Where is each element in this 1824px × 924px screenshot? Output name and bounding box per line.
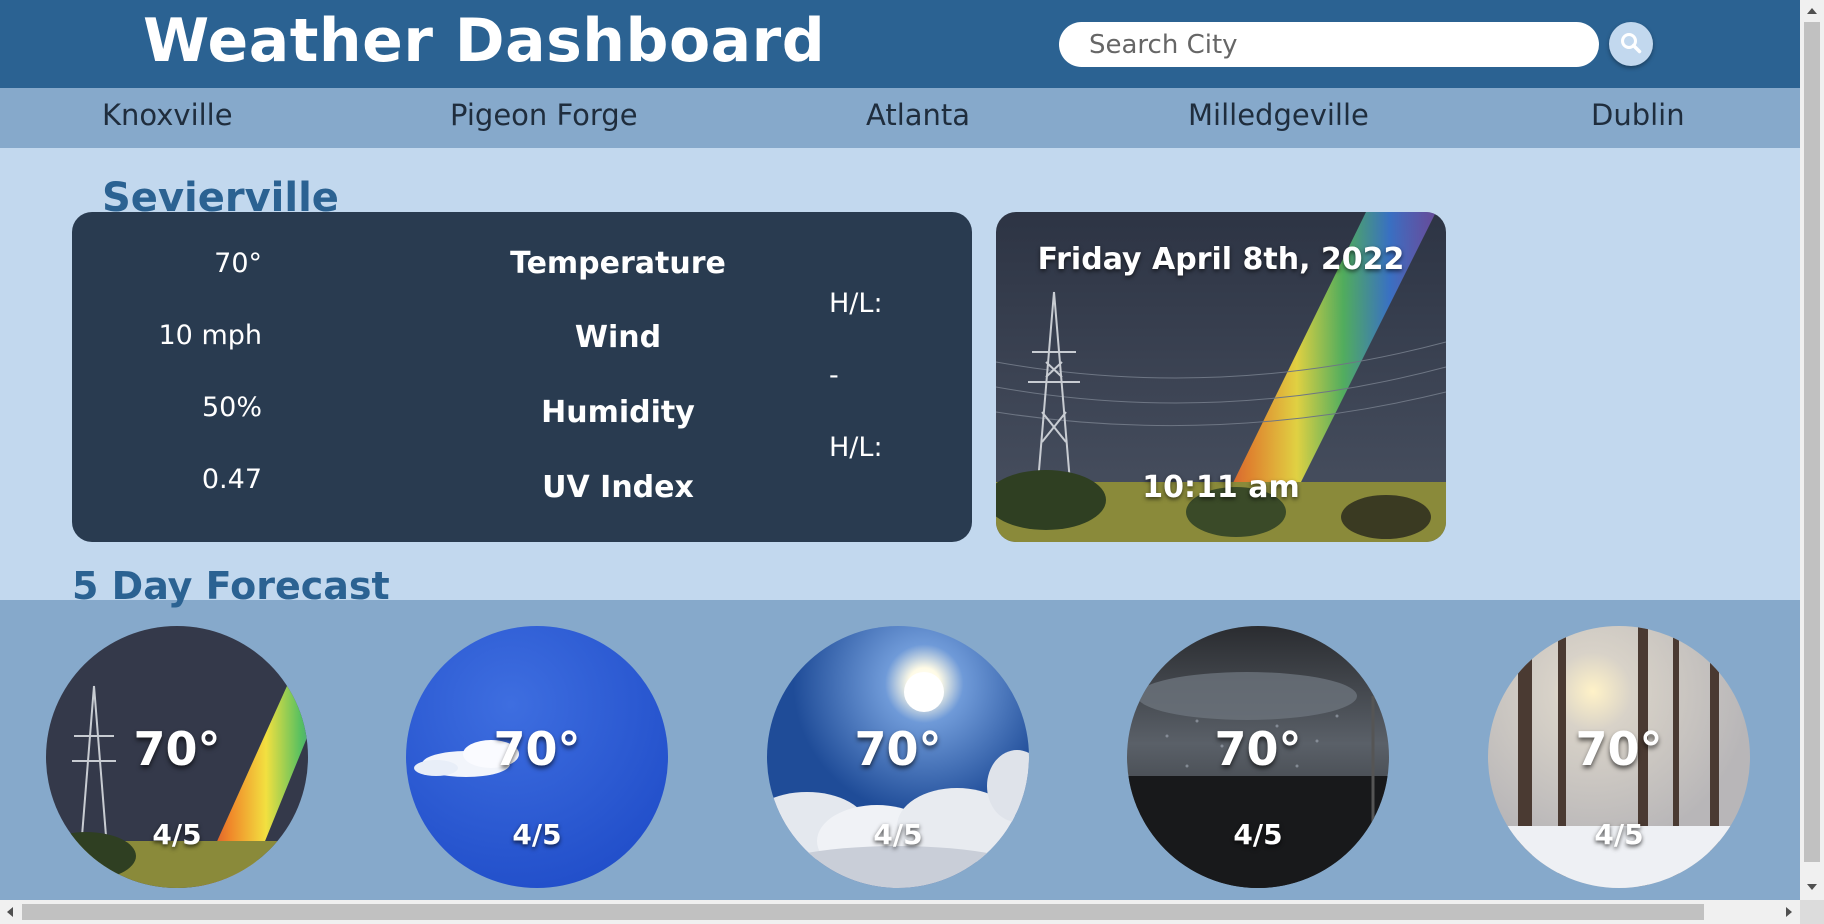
forecast-hl-5: 4/5 [1594,818,1644,851]
scrollbar-corner [1800,900,1824,924]
forecast-temp-3: 70° [854,722,942,776]
header-bar: Weather Dashboard [0,0,1800,88]
horizontal-scroll-thumb[interactable] [22,904,1704,920]
search-input[interactable] [1059,22,1599,67]
forecast-day-2: 70° 4/5 [406,626,668,888]
current-date: Friday April 8th, 2022 [1037,242,1405,277]
search-wrapper [1059,22,1599,67]
wind-label: Wind [574,320,662,355]
current-time: 10:11 am [1142,470,1300,505]
city-link-dublin[interactable]: Dublin [1591,98,1685,132]
vertical-scrollbar[interactable] [1800,0,1824,900]
forecast-temp-1: 70° [133,722,221,776]
city-link-milledgeville[interactable]: Milledgeville [1188,98,1369,132]
forecast-hl-3: 4/5 [873,818,923,851]
forecast-temp-4: 70° [1214,722,1302,776]
scroll-right-icon[interactable] [1786,907,1792,917]
forecast-temp-5: 70° [1575,722,1663,776]
city-link-knoxville[interactable]: Knoxville [102,98,233,132]
forecast-day-3: 70° 4/5 [767,626,1029,888]
app-title: Weather Dashboard [143,6,826,76]
city-link-atlanta[interactable]: Atlanta [866,98,970,132]
high-low-label-2: H/L: [829,432,883,463]
wind-value: 10 mph [158,320,263,351]
city-nav: Knoxville Pigeon Forge Atlanta Milledgev… [0,88,1800,148]
forecast-hl-1: 4/5 [152,818,202,851]
vertical-scroll-thumb[interactable] [1804,22,1820,862]
forecast-hl-2: 4/5 [512,818,562,851]
forecast-day-4: 70° 4/5 [1127,626,1389,888]
city-link-pigeon-forge[interactable]: Pigeon Forge [450,98,638,132]
forecast-title: 5 Day Forecast [72,564,390,608]
scroll-down-icon[interactable] [1807,884,1817,890]
forecast-temp-2: 70° [493,722,581,776]
high-low-label: H/L: [829,288,883,319]
search-button[interactable] [1609,22,1653,66]
search-icon [1620,32,1642,57]
horizontal-scrollbar[interactable] [0,900,1800,924]
high-low-separator: - [829,360,839,391]
forecast-hl-4: 4/5 [1233,818,1283,851]
uv-index-label: UV Index [542,470,694,505]
current-city-name: Sevierville [102,175,339,212]
humidity-value: 50% [201,392,262,423]
scroll-left-icon[interactable] [7,907,13,917]
forecast-day-1: 70° 4/5 [46,626,308,888]
temperature-value: 70° [214,248,262,279]
forecast-day-5: 70° 4/5 [1488,626,1750,888]
date-time-card: Friday April 8th, 2022 10:11 am [996,212,1446,542]
temperature-label: Temperature [510,246,726,281]
current-weather-card: 70° Temperature 10 mph Wind 50% Humidity… [72,212,972,542]
humidity-label: Humidity [541,395,695,430]
scroll-up-icon[interactable] [1807,8,1817,14]
uv-index-value: 0.47 [201,464,262,495]
